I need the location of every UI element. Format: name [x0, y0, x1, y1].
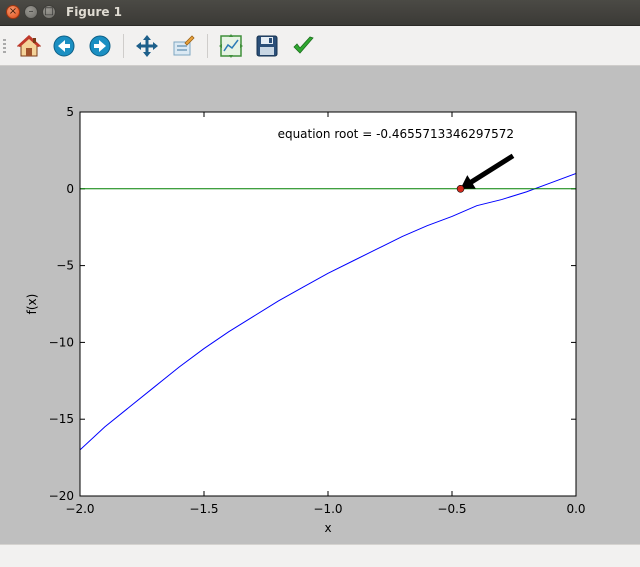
- root-point-marker: [456, 185, 465, 193]
- home-button[interactable]: [15, 32, 43, 60]
- axes-background: [80, 112, 576, 496]
- checkmark-icon: [293, 36, 314, 54]
- plot-svg[interactable]: −2.0 −1.5 −1.0 −0.5 0.0 5 0 −5 −10 −15 −20 equatio…: [0, 66, 640, 544]
- pan-icon: [136, 35, 158, 57]
- x-axis-label: x: [324, 521, 331, 535]
- forward-button[interactable]: [86, 32, 114, 60]
- toolbar-grip[interactable]: [3, 39, 6, 53]
- x-tick-label: −1.5: [189, 502, 218, 516]
- y-axis-label: f(x): [25, 294, 39, 315]
- x-tick-label: −2.0: [65, 502, 94, 516]
- close-window-button[interactable]: ×: [6, 5, 20, 19]
- title-bar: × – □ Figure 1: [0, 0, 640, 26]
- x-tick-label: −1.0: [313, 502, 342, 516]
- window-title: Figure 1: [66, 5, 123, 19]
- y-tick-label: 0: [66, 182, 74, 196]
- zoom-rect-icon: [173, 35, 195, 56]
- subplots-button[interactable]: [217, 32, 245, 60]
- y-tick-label: −20: [49, 489, 74, 503]
- status-bar: [0, 544, 640, 567]
- minimize-window-button[interactable]: –: [24, 5, 38, 19]
- y-tick-label: 5: [66, 105, 74, 119]
- maximize-window-button[interactable]: □: [42, 5, 56, 19]
- home-icon: [17, 35, 41, 57]
- navigation-toolbar: [0, 26, 640, 66]
- x-tick-label: −0.5: [437, 502, 466, 516]
- toolbar-separator: [123, 34, 124, 58]
- root-annotation-text: equation root = -0.4655713346297572: [278, 127, 514, 141]
- y-tick-label: −5: [56, 259, 74, 273]
- y-tick-label: −10: [49, 335, 74, 349]
- floppy-save-icon: [256, 35, 278, 57]
- y-tick-label: −15: [49, 412, 74, 426]
- pan-button[interactable]: [133, 32, 161, 60]
- forward-arrow-icon: [89, 35, 111, 57]
- back-arrow-icon: [53, 35, 75, 57]
- figure-canvas[interactable]: −2.0 −1.5 −1.0 −0.5 0.0 5 0 −5 −10 −15 −20 equatio…: [0, 66, 640, 544]
- save-button[interactable]: [253, 32, 281, 60]
- edit-axes-button[interactable]: [289, 32, 317, 60]
- x-tick-label: 0.0: [566, 502, 585, 516]
- toolbar-separator: [207, 34, 208, 58]
- subplots-icon: [219, 34, 243, 58]
- back-button[interactable]: [50, 32, 78, 60]
- zoom-button[interactable]: [169, 32, 197, 60]
